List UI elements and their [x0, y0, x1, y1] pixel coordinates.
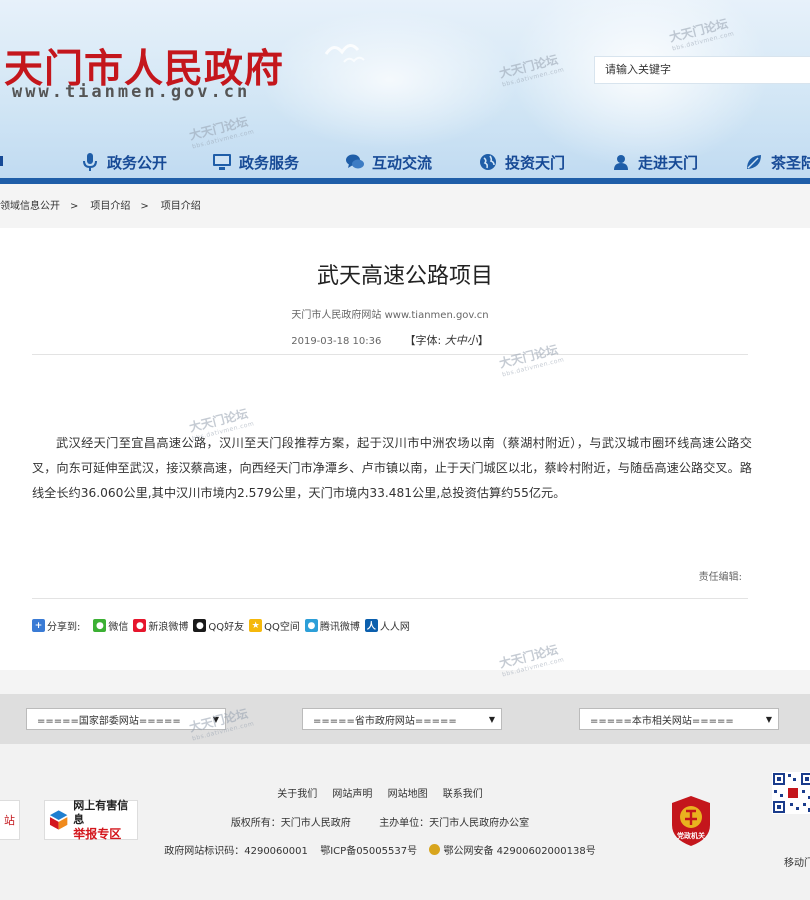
footer-links: 关于我们 网站声明 网站地图 联系我们	[0, 785, 760, 800]
nav-label: 茶圣陆	[771, 153, 810, 172]
select-value: =====省市政府网站=====	[313, 715, 457, 727]
share-item-label: 人人网	[379, 622, 410, 633]
dropdown-arrow-icon: ▼	[488, 714, 495, 724]
header-glow-secondary	[260, 10, 520, 150]
report-line1: 网上有害信息	[73, 799, 129, 826]
nav-item-government-services[interactable]: 政务服务	[212, 150, 299, 174]
share-more[interactable]: + 分享到:	[32, 618, 80, 633]
breadcrumb: 领域信息公开 > 项目介绍 > 项目介绍	[0, 197, 211, 212]
font-medium-button[interactable]: 中	[456, 334, 467, 347]
responsible-editor: 责任编辑:	[698, 572, 742, 583]
qzone-icon: ★	[249, 619, 263, 632]
globe-icon	[478, 152, 498, 172]
nav-item-tea-saint[interactable]: 茶圣陆	[744, 150, 810, 174]
breadcrumb-item[interactable]: 领域信息公开	[0, 201, 60, 212]
share-label: 分享到:	[47, 622, 81, 633]
select-value: =====本市相关网站=====	[590, 715, 734, 727]
renren-icon: 人	[364, 619, 378, 632]
report-shield-icon	[49, 810, 68, 830]
footer-link-contact[interactable]: 联系我们	[443, 789, 483, 800]
search-input[interactable]	[595, 57, 810, 83]
share-item-label: QQ好友	[208, 622, 245, 633]
select-value: =====国家部委网站=====	[37, 715, 181, 727]
article-date: 2019-03-18 10:36	[291, 336, 382, 347]
weibo-icon: ●	[133, 619, 147, 632]
qr-label: 移动门	[784, 858, 810, 869]
footer-link-statement[interactable]: 网站声明	[332, 789, 372, 800]
chat-bubbles-icon	[345, 152, 365, 172]
share-wechat[interactable]: ● 微信	[93, 618, 128, 633]
article-meta: 2019-03-18 10:36 【字体: 大中小】	[0, 332, 780, 348]
share-renren[interactable]: 人 人人网	[364, 618, 410, 633]
share-qq[interactable]: ● QQ好友	[193, 618, 244, 633]
font-small-button[interactable]: 小	[467, 334, 478, 347]
nav-item-invest[interactable]: 投资天门	[478, 150, 565, 174]
article-source: 天门市人民政府网站 www.tianmen.gov.cn	[291, 310, 489, 321]
breadcrumb-separator: >	[70, 201, 79, 212]
nav-label: 走进天门	[638, 153, 699, 172]
nav-item-interaction[interactable]: 互动交流	[345, 150, 432, 174]
nav-underline	[0, 178, 810, 184]
sponsor-text: 主办单位：天门市人民政府办公室	[379, 818, 530, 829]
qr-code-icon	[772, 772, 810, 814]
share-item-label: QQ空间	[264, 622, 300, 633]
person-icon	[611, 152, 631, 172]
content-divider	[32, 598, 748, 599]
article-card: 武天高速公路项目 天门市人民政府网站 www.tianmen.gov.cn 20…	[0, 228, 810, 670]
doves-decoration	[324, 44, 365, 63]
qq-icon: ●	[193, 619, 207, 632]
plus-icon: +	[32, 619, 45, 632]
main-nav: 政务公开 政务服务 互动交流 投资天门 走进天门 茶圣陆	[0, 146, 810, 178]
share-item-label: 腾讯微博	[319, 622, 360, 633]
provincial-sites-select[interactable]: =====省市政府网站===== ▼	[302, 708, 502, 730]
microphone-icon	[80, 152, 100, 172]
font-large-button[interactable]: 大	[445, 334, 456, 347]
dropdown-arrow-icon: ▼	[765, 714, 772, 724]
share-bar: + 分享到: ● 微信 ● 新浪微博 ● QQ好友 ★ QQ空间 ● 腾讯微博 …	[32, 618, 415, 633]
font-size-control: 【字体: 大中小】	[405, 334, 489, 347]
report-line2: 举报专区	[73, 827, 122, 841]
site-id-text: 政府网站标识码：4290060001	[164, 846, 308, 857]
footer-registration: 政府网站标识码：4290060001 鄂ICP备05005537号 鄂公网安备 …	[0, 842, 760, 857]
search-box	[594, 56, 810, 84]
nav-label: 投资天门	[505, 153, 566, 172]
share-item-label: 微信	[108, 622, 129, 633]
breadcrumb-separator: >	[140, 201, 149, 212]
share-qzone[interactable]: ★ QQ空间	[249, 618, 300, 633]
footer-link-about[interactable]: 关于我们	[277, 789, 317, 800]
copyright-text: 版权所有：天门市人民政府	[230, 818, 351, 829]
nav-label: 政务服务	[239, 153, 300, 172]
related-links-band: =====国家部委网站===== ▼ =====省市政府网站===== ▼ ==…	[0, 694, 810, 744]
tencent-weibo-icon: ●	[304, 619, 318, 632]
breadcrumb-item[interactable]: 项目介绍	[161, 201, 201, 212]
title-divider	[32, 354, 748, 355]
breadcrumb-item[interactable]: 项目介绍	[90, 201, 130, 212]
wechat-icon: ●	[93, 619, 107, 632]
local-sites-select[interactable]: =====本市相关网站===== ▼	[579, 708, 779, 730]
font-label-close: 】	[477, 334, 489, 347]
nav-label: 互动交流	[372, 153, 433, 172]
monitor-icon	[212, 152, 232, 172]
nav-item-about[interactable]: 走进天门	[611, 150, 698, 174]
font-label-open: 【字体:	[404, 334, 442, 347]
footer-left-badge[interactable]: 站	[0, 800, 20, 840]
nav-item-government-affairs[interactable]: 政务公开	[80, 150, 167, 174]
police-record-link[interactable]: 鄂公网安备 42900602000138号	[443, 846, 595, 857]
badge-text: 党政机关	[677, 832, 705, 840]
site-footer: 关于我们 网站声明 网站地图 联系我们 版权所有：天门市人民政府 主办单位：天门…	[0, 744, 810, 900]
share-tencent-weibo[interactable]: ● 腾讯微博	[304, 618, 360, 633]
site-url: www.tianmen.gov.cn	[12, 82, 251, 102]
leaf-icon	[744, 152, 764, 172]
share-item-label: 新浪微博	[148, 622, 189, 633]
party-gov-badge[interactable]: 党政机关	[669, 795, 713, 847]
nav-label: 政务公开	[107, 153, 168, 172]
share-weibo[interactable]: ● 新浪微博	[133, 618, 188, 633]
footer-link-sitemap[interactable]: 网站地图	[388, 789, 428, 800]
article-title: 武天高速公路项目	[316, 264, 493, 289]
article-body: 武汉经天门至宜昌高速公路，汉川至天门段推荐方案，起于汉川市中洲农场以南（蔡湖村附…	[32, 436, 752, 500]
icp-link[interactable]: 鄂ICP备05005537号	[320, 846, 417, 857]
left-badge-text: 站	[4, 814, 15, 827]
harmful-info-report-button[interactable]: 网上有害信息 举报专区	[44, 799, 138, 841]
police-badge-icon	[429, 844, 441, 855]
